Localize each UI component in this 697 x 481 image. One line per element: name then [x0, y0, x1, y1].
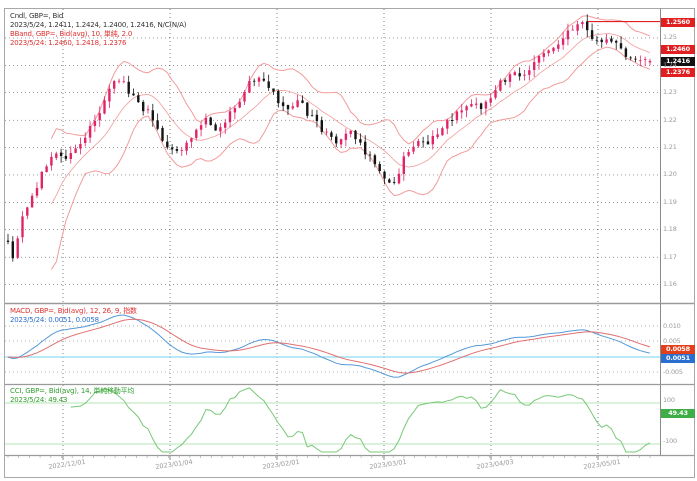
- hline-price-label[interactable]: 1.2560: [661, 18, 695, 27]
- macd-value-label: 0.0051: [661, 354, 695, 363]
- price-tick: 1.17: [663, 254, 677, 261]
- chart-window: Cndl, GBP=, Bid 2023/5/24, 1.2411, 1.242…: [0, 0, 697, 481]
- chart-canvas[interactable]: [0, 0, 697, 481]
- indicator-tick: -100: [663, 438, 677, 445]
- macd-signal-label: 0.0058: [661, 345, 695, 354]
- indicator-tick: -0.005: [663, 369, 683, 376]
- legend-bband-values: 2023/5/24: 1.2460, 1.2418, 1.2376: [10, 39, 126, 48]
- price-tick: 1.21: [663, 144, 677, 151]
- bb-upper-price-label: 1.2460: [661, 45, 695, 54]
- legend-cci-title: CCI, GBP=, Bid(avg), 14, 単純移動平均: [10, 387, 134, 396]
- legend-macd-title: MACD, GBP=, Bid(avg), 12, 26, 9, 指数: [10, 307, 137, 316]
- legend-candle-ohlc: 2023/5/24, 1.2411, 1.2424, 1.2400, 1.241…: [10, 21, 186, 30]
- legend-macd-values: 2023/5/24: 0.0051, 0.0058: [10, 316, 99, 325]
- legend-candle-title: Cndl, GBP=, Bid: [10, 12, 63, 21]
- price-tick: 1.18: [663, 226, 677, 233]
- price-tick: 1.20: [663, 171, 677, 178]
- indicator-tick: 0.005: [663, 338, 681, 345]
- price-tick: 1.25: [663, 34, 677, 41]
- legend-cci-values: 2023/5/24: 49.43: [10, 396, 67, 405]
- price-tick: 1.22: [663, 117, 677, 124]
- price-tick: 1.23: [663, 89, 677, 96]
- legend-bband: BBand, GBP=, Bid(avg), 10, 単純, 2.0: [10, 30, 132, 39]
- price-tick: 1.24: [663, 62, 677, 69]
- indicator-tick: 100: [663, 397, 675, 404]
- price-tick: 1.16: [663, 281, 677, 288]
- price-tick: 1.19: [663, 199, 677, 206]
- cci-value-label: 49.43: [661, 409, 695, 418]
- indicator-tick: 0.010: [663, 323, 681, 330]
